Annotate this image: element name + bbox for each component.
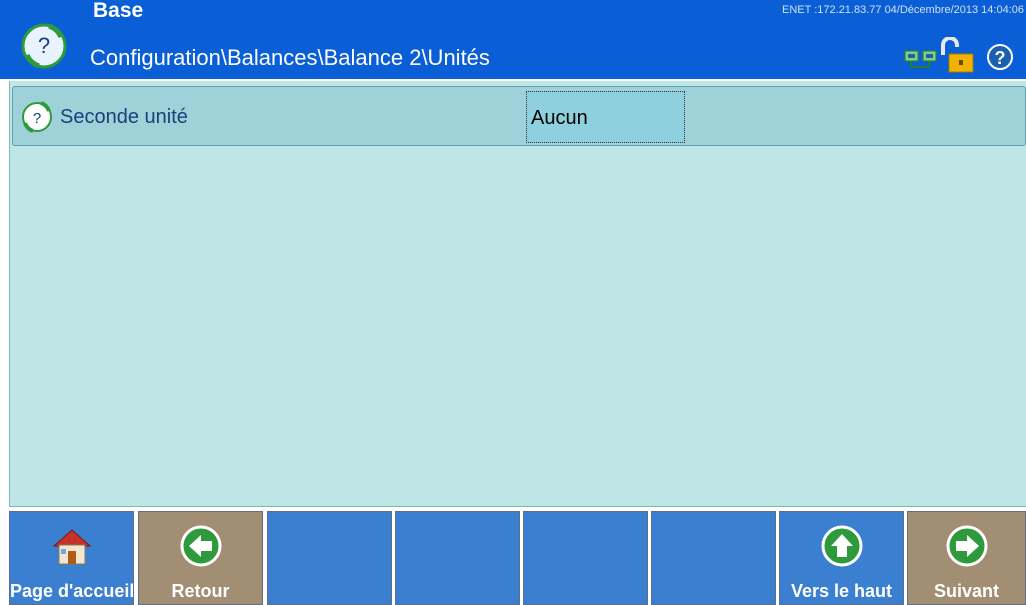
svg-text:?: ? [38, 33, 50, 58]
breadcrumb: Configuration\Balances\Balance 2\Unités [90, 45, 490, 70]
setting-label: Seconde unité [60, 106, 188, 128]
header-icons: ? [904, 37, 1013, 73]
back-button[interactable]: Retour [138, 511, 263, 605]
scroll-up-button-label: Vers le haut [790, 581, 893, 601]
settings-panel: ? Seconde unité Aucun [9, 81, 1026, 507]
softkey-empty-4[interactable] [651, 511, 776, 605]
second-unit-select[interactable]: Aucun [526, 91, 685, 143]
back-button-label: Retour [171, 581, 230, 601]
home-icon [52, 529, 91, 565]
title-bar: ? Base Configuration\Balances\Balance 2\… [0, 0, 1026, 79]
help-icon[interactable]: ? [987, 44, 1013, 70]
status-text: ENET :172.21.83.77 04/Décembre/2013 14:0… [782, 4, 1024, 16]
setting-row-second-unit[interactable]: ? Seconde unité Aucun [12, 86, 1026, 146]
svg-text:?: ? [33, 110, 41, 127]
selected-value: Aucun [531, 107, 588, 129]
home-button[interactable]: Page d'accueil [9, 511, 134, 605]
unlocked-padlock-icon [941, 37, 974, 73]
next-button[interactable]: Suivant [907, 511, 1026, 605]
left-arrow-icon [180, 525, 221, 567]
page-title: Base [93, 0, 144, 22]
softkey-toolbar: Page d'accueil Retour Vers le haut Suiva… [0, 511, 1026, 605]
softkey-empty-2[interactable] [395, 511, 520, 605]
next-button-label: Suivant [933, 581, 999, 601]
help-circle-icon[interactable]: ? [20, 100, 54, 134]
svg-text:?: ? [995, 48, 1006, 68]
softkey-empty-3[interactable] [523, 511, 648, 605]
home-button-label: Page d'accueil [10, 581, 133, 601]
up-arrow-icon [821, 525, 862, 567]
network-icon [904, 50, 937, 68]
help-circle-icon[interactable]: ? [19, 21, 69, 71]
softkey-empty-1[interactable] [267, 511, 392, 605]
right-arrow-icon [946, 525, 987, 567]
scroll-up-button[interactable]: Vers le haut [779, 511, 904, 605]
